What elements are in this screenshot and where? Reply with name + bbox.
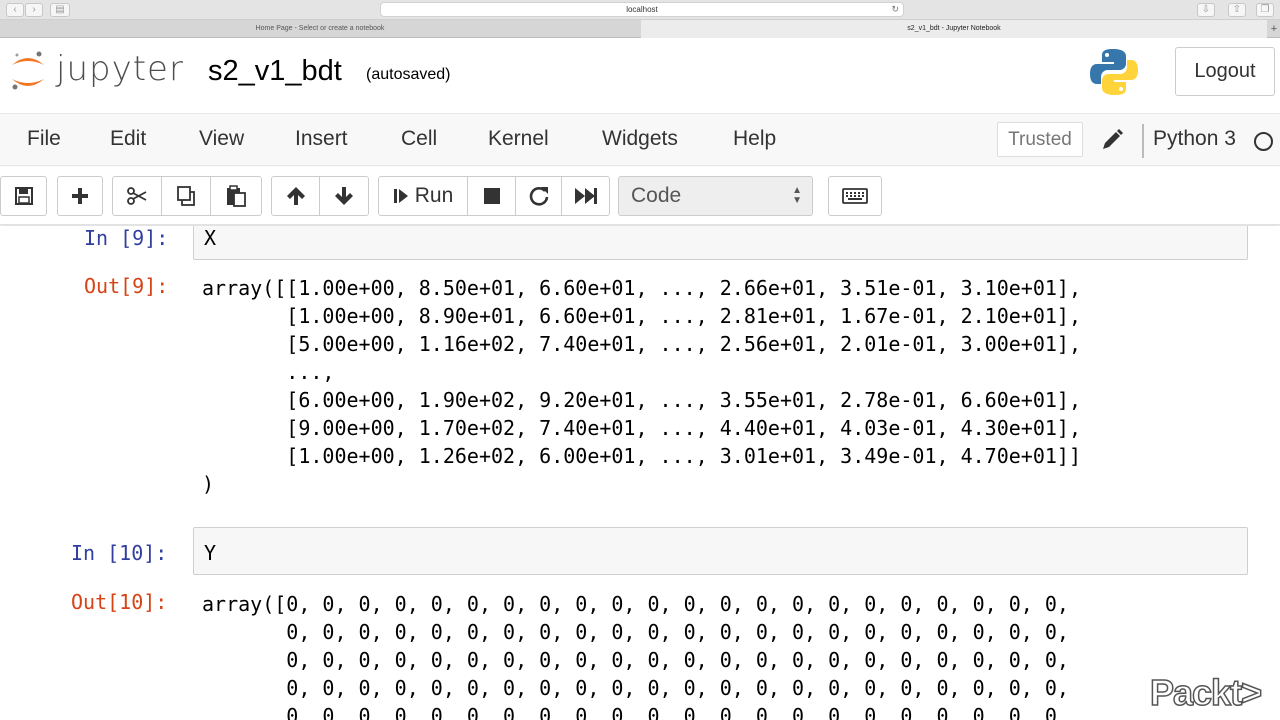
notebook-scrollbar[interactable] — [1270, 226, 1280, 720]
insert-cell-button[interactable] — [57, 176, 103, 216]
output-line: ..., — [202, 360, 335, 384]
output-line: [9.00e+00, 1.70e+02, 7.40e+01, ..., 4.40… — [202, 416, 1081, 440]
output-line: ) — [202, 472, 215, 496]
download-icon[interactable]: ⇩ — [1197, 3, 1215, 17]
tab-label: Home Page - Select or create a notebook — [255, 25, 385, 32]
output-line: 0, 0, 0, 0, 0, 0, 0, 0, 0, 0, 0, 0, 0, 0… — [202, 648, 1069, 672]
menu-widgets[interactable]: Widgets — [602, 127, 678, 151]
notebook-container: In [9]: X Out[9]: array([[1.00e+00, 8.50… — [0, 226, 1280, 720]
python-logo-icon — [1090, 49, 1138, 95]
output-prompt: Out[9]: — [84, 274, 169, 298]
reload-icon[interactable]: ↻ — [891, 3, 899, 16]
menu-help[interactable]: Help — [733, 127, 776, 151]
input-prompt: In [9]: — [84, 226, 169, 250]
notebook-toolbar: Run Code ▲ ▼ — [0, 167, 1280, 225]
code-input[interactable]: Y — [193, 527, 1248, 575]
new-tab-icon[interactable]: + — [1268, 20, 1280, 38]
kernel-separator — [1142, 124, 1144, 158]
output-line: [6.00e+00, 1.90e+02, 9.20e+01, ..., 3.55… — [202, 388, 1081, 412]
copy-icon — [177, 186, 195, 206]
output-line: 0, 0, 0, 0, 0, 0, 0, 0, 0, 0, 0, 0, 0, 0… — [202, 704, 1069, 720]
jupyter-wordmark[interactable]: jupyter — [56, 49, 184, 89]
kernel-idle-icon — [1254, 132, 1273, 151]
output-line: 0, 0, 0, 0, 0, 0, 0, 0, 0, 0, 0, 0, 0, 0… — [202, 620, 1069, 644]
menu-cell[interactable]: Cell — [401, 127, 437, 151]
edit-mode-pencil-icon — [1103, 129, 1123, 149]
menubar: File Edit View Insert Cell Kernel Widget… — [0, 113, 1280, 166]
cut-button[interactable] — [112, 176, 162, 216]
command-palette-button[interactable] — [828, 176, 882, 216]
restart-kernel-button[interactable] — [515, 176, 562, 216]
paste-icon — [227, 185, 246, 207]
output-line: [1.00e+00, 1.26e+02, 6.00e+01, ..., 3.01… — [202, 444, 1081, 468]
cut-icon — [127, 187, 147, 205]
copy-button[interactable] — [161, 176, 211, 216]
kernel-name[interactable]: Python 3 — [1153, 127, 1236, 151]
arrow-down-icon — [335, 187, 353, 205]
autosave-status: (autosaved) — [366, 66, 451, 83]
trusted-indicator[interactable]: Trusted — [997, 122, 1083, 157]
save-icon — [14, 187, 33, 205]
forward-icon[interactable]: › — [25, 3, 43, 17]
notebook-title[interactable]: s2_v1_bdt — [208, 55, 342, 88]
plus-icon — [72, 188, 88, 204]
save-button[interactable] — [0, 176, 47, 216]
packt-watermark: Packt> — [1149, 671, 1263, 714]
jupyter-header: jupyter s2_v1_bdt (autosaved) Logout — [0, 39, 1280, 109]
cell-type-select[interactable]: Code ▲ ▼ — [618, 176, 813, 216]
tab-notebook[interactable]: s2_v1_bdt - Jupyter Notebook — [641, 20, 1267, 38]
move-cell-up-button[interactable] — [271, 176, 320, 216]
code-source[interactable]: Y — [204, 541, 216, 565]
output-line: 0, 0, 0, 0, 0, 0, 0, 0, 0, 0, 0, 0, 0, 0… — [202, 676, 1069, 700]
arrow-up-icon — [286, 187, 305, 205]
menu-insert[interactable]: Insert — [295, 127, 348, 151]
menu-view[interactable]: View — [199, 127, 244, 151]
tabs-overview-icon[interactable]: ❐ — [1256, 3, 1274, 17]
tab-label: s2_v1_bdt - Jupyter Notebook — [907, 25, 1001, 32]
output-line: array([[1.00e+00, 8.50e+01, 6.60e+01, ..… — [202, 276, 1081, 300]
paste-button[interactable] — [210, 176, 262, 216]
run-button[interactable]: Run — [378, 176, 468, 216]
interrupt-kernel-button[interactable] — [467, 176, 516, 216]
share-icon[interactable]: ⇧ — [1228, 3, 1246, 17]
logout-button[interactable]: Logout — [1175, 47, 1275, 96]
back-icon[interactable]: ‹ — [6, 3, 24, 17]
tab-home-page[interactable]: Home Page - Select or create a notebook — [0, 20, 640, 38]
input-prompt: In [10]: — [71, 541, 168, 565]
code-input[interactable]: X — [193, 226, 1248, 260]
restart-run-all-button[interactable] — [561, 176, 610, 216]
sidebar-icon[interactable]: ▤ — [50, 3, 70, 17]
restart-icon — [529, 187, 548, 206]
output-line: [5.00e+00, 1.16e+02, 7.40e+01, ..., 2.56… — [202, 332, 1081, 356]
code-source[interactable]: X — [204, 226, 216, 250]
browser-titlebar: ‹ › ▤ localhost ↻ ⇩ ⇧ ❐ — [0, 0, 1280, 20]
menu-edit[interactable]: Edit — [110, 127, 146, 151]
stop-icon — [483, 188, 500, 204]
step-forward-icon — [393, 189, 408, 203]
output-line: array([0, 0, 0, 0, 0, 0, 0, 0, 0, 0, 0, … — [202, 592, 1069, 616]
output-prompt: Out[10]: — [71, 590, 168, 614]
browser-tabs: Home Page - Select or create a notebook … — [0, 20, 1280, 38]
output-line: [1.00e+00, 8.90e+01, 6.60e+01, ..., 2.81… — [202, 304, 1081, 328]
address-bar[interactable]: localhost ↻ — [380, 2, 904, 17]
fast-forward-icon — [574, 188, 597, 204]
keyboard-icon — [842, 188, 868, 204]
cell-type-value: Code — [631, 184, 682, 207]
url-text: localhost — [626, 5, 658, 14]
menu-file[interactable]: File — [27, 127, 61, 151]
select-arrows-icon: ▲ ▼ — [792, 185, 802, 206]
menu-kernel[interactable]: Kernel — [488, 127, 549, 151]
run-label: Run — [414, 184, 454, 207]
move-cell-down-button[interactable] — [319, 176, 369, 216]
jupyter-logo-icon[interactable] — [8, 49, 48, 93]
